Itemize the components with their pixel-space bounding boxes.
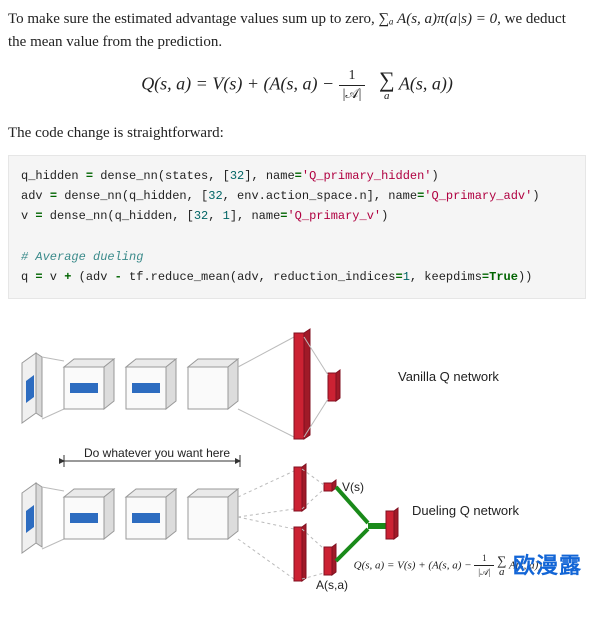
eq-fraction: 1 |𝒜| xyxy=(339,69,366,102)
intro-paragraph: To make sure the estimated advantage val… xyxy=(8,8,586,53)
watermark: 欧漫露 xyxy=(513,548,582,580)
eq-sum-sub: a xyxy=(379,91,395,102)
as-label: A(s,a) xyxy=(316,578,348,592)
eq-frac-num: 1 xyxy=(339,69,366,86)
eq-sum: ∑ a xyxy=(379,69,395,102)
vs-label: V(s) xyxy=(342,480,364,494)
vanilla-network: Vanilla Q network xyxy=(22,329,499,439)
eq-lhs: Q(s, a) = V(s) + (A(s, a) − xyxy=(141,74,338,94)
code-block: q_hidden = dense_nn(states, [32], name='… xyxy=(8,155,586,299)
intro-inline-math: ∑ₐ A(s, a)π(a|s) = 0 xyxy=(379,11,498,27)
eq-tail: A(s, a)) xyxy=(399,74,453,94)
code-lead: The code change is straightforward: xyxy=(8,122,586,145)
vanilla-label: Vanilla Q network xyxy=(398,369,499,384)
middle-label: Do whatever you want here xyxy=(84,446,230,460)
intro-text-2: , we deduct xyxy=(497,11,566,27)
intro-text-3: the mean value from the prediction. xyxy=(8,34,222,50)
main-equation: Q(s, a) = V(s) + (A(s, a) − 1 |𝒜| ∑ a A(… xyxy=(8,69,586,102)
dueling-label: Dueling Q network xyxy=(412,503,519,518)
intro-text-1: To make sure the estimated advantage val… xyxy=(8,11,379,27)
eq-frac-den: |𝒜| xyxy=(339,86,366,102)
middle-annotation: Do whatever you want here xyxy=(64,446,240,467)
sigma-icon: ∑ xyxy=(379,69,395,91)
